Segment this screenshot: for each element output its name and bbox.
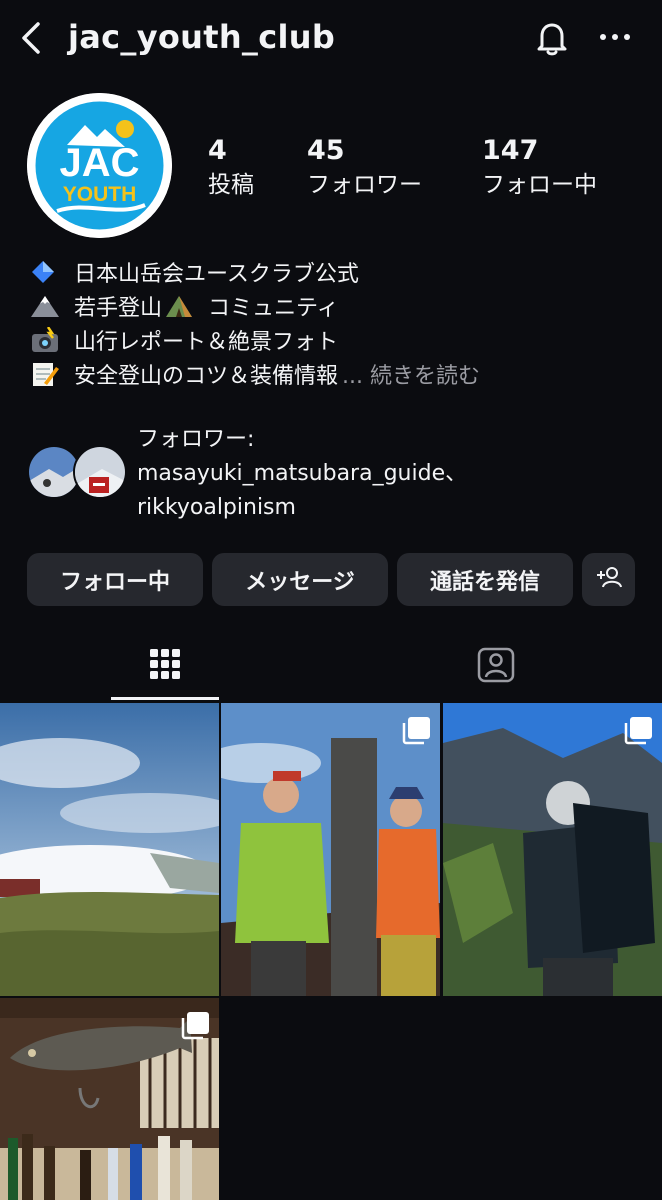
bio-text: コミュニティ	[208, 296, 339, 321]
active-tab-indicator	[111, 697, 219, 700]
stat-posts[interactable]: 4 投稿	[208, 134, 254, 202]
multiple-photos-icon	[624, 715, 654, 745]
bell-icon[interactable]	[532, 18, 572, 58]
bio-line: 日本山岳会ユースクラブ公式	[30, 255, 640, 289]
post-thumbnail[interactable]	[0, 998, 219, 1200]
following-button[interactable]: フォロー中	[27, 553, 203, 606]
message-button[interactable]: メッセージ	[212, 553, 388, 606]
top-bar: jac_youth_club	[0, 0, 662, 80]
following-label: フォロー中	[482, 172, 597, 198]
bio-text: 若手登山	[74, 296, 163, 321]
multiple-photos-icon	[402, 715, 432, 745]
profile-bio: 日本山岳会ユースクラブ公式 若手登山 コミュニティ 山行レポート＆絶景フォト 安…	[30, 255, 640, 391]
mountain-icon	[30, 293, 66, 319]
add-person-button[interactable]	[582, 553, 635, 606]
profile-avatar[interactable]: JAC YOUTH	[27, 93, 172, 238]
more-horizontal-icon[interactable]	[596, 22, 634, 52]
tent-icon	[164, 293, 200, 319]
bio-line: 安全登山のコツ＆装備情報 ... 続きを読む	[30, 357, 640, 391]
memo-icon	[30, 361, 66, 387]
post-thumbnail[interactable]	[443, 703, 662, 996]
profile-tabs	[0, 630, 662, 702]
grid-icon	[149, 648, 181, 684]
post-thumbnail[interactable]	[0, 703, 219, 996]
bio-line: 山行レポート＆絶景フォト	[30, 323, 640, 357]
stat-following[interactable]: 147 フォロー中	[482, 134, 597, 202]
post-thumbnail[interactable]	[221, 703, 440, 996]
stat-followers[interactable]: 45 フォロワー	[307, 134, 422, 202]
followed-by-label: フォロワー:	[137, 427, 255, 452]
multiple-photos-icon	[181, 1010, 211, 1040]
followers-label: フォロワー	[307, 172, 422, 198]
tab-posts-grid[interactable]	[55, 630, 275, 702]
posts-count: 4	[208, 135, 227, 166]
read-more-link[interactable]: ... 続きを読む	[342, 358, 480, 390]
followed-by[interactable]: フォロワー: masayuki_matsubara_guide、 rikkyoa…	[27, 423, 637, 523]
bio-line: 若手登山 コミュニティ	[30, 289, 640, 323]
avatar-text-jac: JAC	[59, 141, 140, 185]
avatar-text-youth: YOUTH	[62, 183, 137, 206]
bio-text: 安全登山のコツ＆装備情報	[74, 364, 339, 389]
following-count: 147	[482, 135, 539, 166]
call-button[interactable]: 通話を発信	[397, 553, 573, 606]
chevron-left-icon[interactable]	[14, 20, 50, 56]
tagged-person-icon	[477, 645, 515, 687]
followers-count: 45	[307, 135, 345, 166]
follower-avatar	[73, 445, 127, 499]
bio-text: 日本山岳会ユースクラブ公式	[74, 262, 359, 287]
followed-by-text: フォロワー: masayuki_matsubara_guide、 rikkyoa…	[137, 423, 467, 525]
follower-name[interactable]: rikkyoalpinism	[137, 491, 467, 525]
profile-username: jac_youth_club	[68, 18, 336, 56]
tab-tagged[interactable]	[386, 630, 606, 702]
blue-diamond-icon	[30, 259, 66, 285]
camera-flash-icon	[30, 326, 66, 353]
posts-label: 投稿	[208, 172, 254, 198]
follower-name[interactable]: masayuki_matsubara_guide、	[137, 457, 467, 491]
add-person-icon	[595, 565, 623, 595]
bio-text: 山行レポート＆絶景フォト	[74, 330, 339, 355]
